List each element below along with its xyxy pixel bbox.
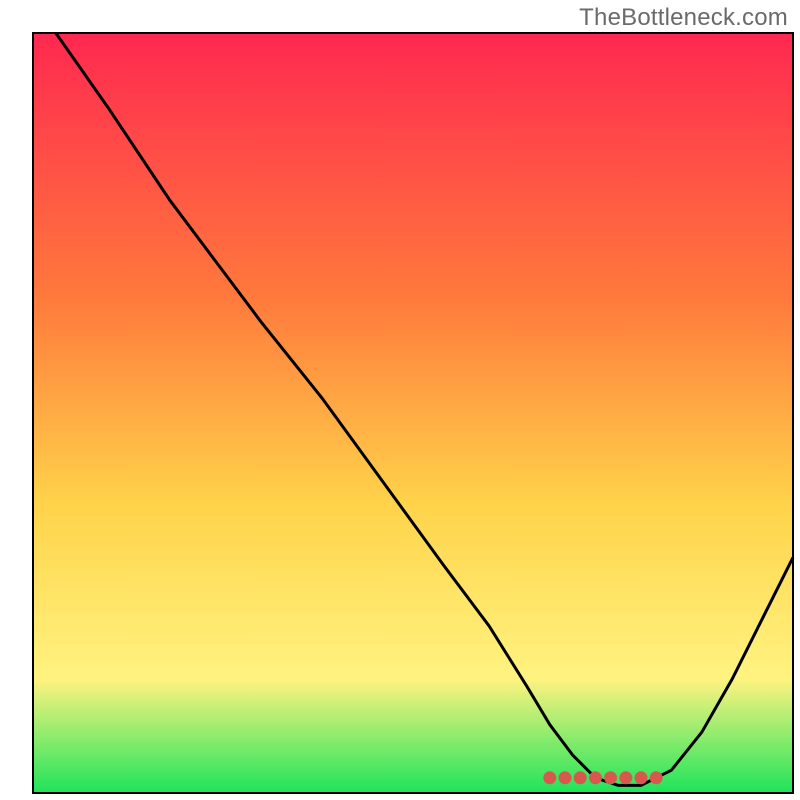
sweet-spot-point bbox=[543, 771, 556, 784]
sweet-spot-point bbox=[650, 771, 663, 784]
bottleneck-plot bbox=[0, 0, 800, 800]
sweet-spot-point bbox=[574, 771, 587, 784]
plot-background bbox=[33, 33, 793, 793]
chart-frame: TheBottleneck.com bbox=[0, 0, 800, 800]
sweet-spot-point bbox=[589, 771, 602, 784]
watermark-label: TheBottleneck.com bbox=[579, 4, 788, 32]
sweet-spot-point bbox=[635, 771, 648, 784]
sweet-spot-point bbox=[604, 771, 617, 784]
sweet-spot-point bbox=[619, 771, 632, 784]
sweet-spot-point bbox=[559, 771, 572, 784]
